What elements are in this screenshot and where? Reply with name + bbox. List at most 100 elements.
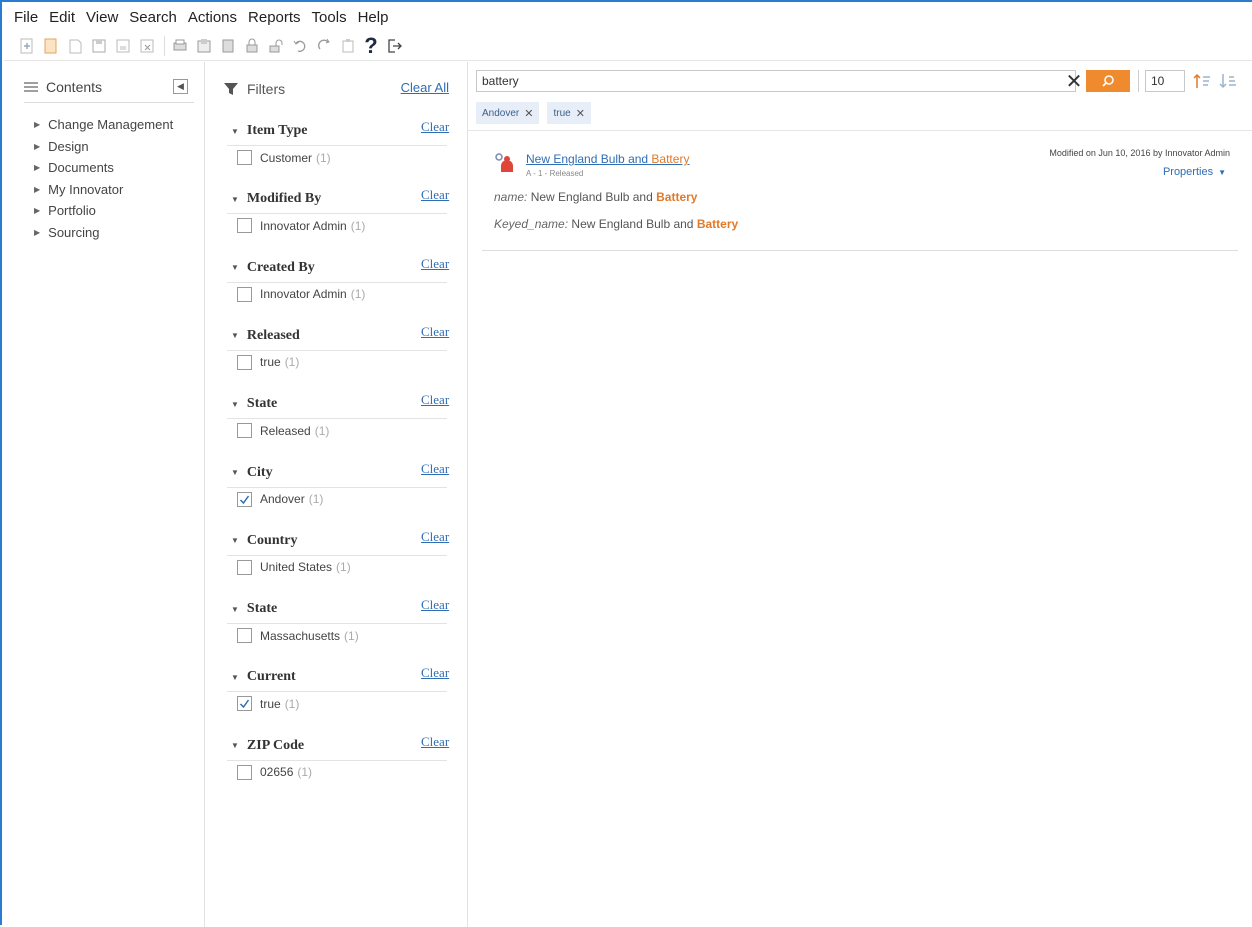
- chevron-down-icon: ▼: [1218, 168, 1226, 177]
- search-button[interactable]: [1086, 70, 1130, 92]
- remove-chip-icon[interactable]: ✕: [524, 107, 533, 120]
- menu-tools[interactable]: Tools: [312, 9, 347, 26]
- logout-icon[interactable]: [383, 35, 405, 57]
- filter-option[interactable]: Innovator Admin (1): [237, 286, 365, 302]
- lock-icon[interactable]: [241, 35, 263, 57]
- result-property-keyed-name: Keyed_name: New England Bulb and Battery: [494, 217, 739, 231]
- filter-checkbox[interactable]: [237, 696, 252, 712]
- expand-arrow-icon: ▶: [34, 163, 41, 173]
- clipboard-icon[interactable]: [337, 35, 359, 57]
- filter-option[interactable]: true (1): [237, 354, 299, 370]
- save-close-icon[interactable]: [112, 35, 134, 57]
- tree-item-design[interactable]: ▶ Design: [34, 136, 173, 158]
- filter-checkbox[interactable]: [237, 150, 252, 165]
- filter-clear-link[interactable]: Clear: [421, 119, 449, 135]
- filter-option[interactable]: 02656 (1): [237, 764, 312, 780]
- help-icon[interactable]: ?: [361, 33, 381, 58]
- filter-checkbox[interactable]: [237, 491, 252, 507]
- filter-option[interactable]: Massachusetts (1): [237, 628, 359, 644]
- filter-checkbox[interactable]: [237, 628, 252, 644]
- filter-checkbox[interactable]: [237, 423, 252, 439]
- search-results-pane: battery ✕ 10 Andover ✕ true ✕ New England …: [468, 62, 1252, 927]
- sort-ascending-icon[interactable]: [1192, 71, 1212, 91]
- open-icon[interactable]: [40, 35, 62, 57]
- filter-group-created-by: ▼ Created By Clear Innovator Admin (1): [205, 256, 467, 324]
- page-size-input[interactable]: 10: [1145, 70, 1185, 92]
- filter-clear-link[interactable]: Clear: [421, 597, 449, 613]
- menu-file[interactable]: File: [14, 9, 38, 26]
- filter-checkbox[interactable]: [237, 764, 252, 780]
- filter-clear-link[interactable]: Clear: [421, 256, 449, 272]
- filter-option[interactable]: true (1): [237, 696, 299, 712]
- tree-item-my-innovator[interactable]: ▶ My Innovator: [34, 179, 173, 201]
- sort-descending-icon[interactable]: [1218, 71, 1238, 91]
- filter-group-title[interactable]: ▼ State: [231, 601, 277, 617]
- menu-view[interactable]: View: [86, 9, 118, 26]
- menu-reports[interactable]: Reports: [248, 9, 301, 26]
- tree-item-portfolio[interactable]: ▶ Portfolio: [34, 200, 173, 222]
- filter-checkbox[interactable]: [237, 354, 252, 370]
- filter-option[interactable]: Andover (1): [237, 491, 323, 507]
- filter-checkbox[interactable]: [237, 218, 252, 234]
- clear-search-icon[interactable]: ✕: [1064, 71, 1084, 93]
- filter-group-title[interactable]: ▼ Current: [231, 669, 296, 685]
- menu-edit[interactable]: Edit: [49, 9, 75, 26]
- collapse-arrow-icon: ▼: [231, 399, 239, 409]
- divider: [227, 691, 447, 693]
- filter-checkbox[interactable]: [237, 559, 252, 575]
- search-input[interactable]: battery: [476, 70, 1076, 92]
- filter-clear-link[interactable]: Clear: [421, 529, 449, 545]
- filter-group-title[interactable]: ▼ Item Type: [231, 123, 307, 139]
- customer-icon: [495, 153, 513, 172]
- checkmark-icon: [239, 495, 250, 504]
- search-icon: [1102, 75, 1114, 87]
- filter-group-title[interactable]: ▼ Created By: [231, 260, 315, 276]
- collapse-arrow-icon: ▼: [231, 331, 239, 341]
- filter-clear-link[interactable]: Clear: [421, 665, 449, 681]
- new-icon[interactable]: [16, 35, 38, 57]
- filter-option[interactable]: Customer (1): [237, 150, 331, 165]
- paste-icon[interactable]: [217, 35, 239, 57]
- divider: [227, 349, 447, 351]
- filter-group-title[interactable]: ▼ Country: [231, 533, 297, 549]
- unlock-icon[interactable]: [265, 35, 287, 57]
- filter-group-title[interactable]: ▼ State: [231, 396, 277, 412]
- filter-chip-true: true ✕: [547, 102, 591, 124]
- delete-icon[interactable]: [136, 35, 158, 57]
- filter-clear-link[interactable]: Clear: [421, 324, 449, 340]
- filter-clear-link[interactable]: Clear: [421, 392, 449, 408]
- save-icon[interactable]: [88, 35, 110, 57]
- copy-icon[interactable]: [193, 35, 215, 57]
- tree-item-sourcing[interactable]: ▶ Sourcing: [34, 222, 173, 244]
- filters-title: Filters: [247, 81, 286, 97]
- divider: [227, 213, 447, 215]
- tree-item-change-management[interactable]: ▶ Change Management: [34, 114, 173, 136]
- collapse-left-icon[interactable]: ◀: [173, 79, 188, 94]
- filter-option[interactable]: Innovator Admin (1): [237, 218, 365, 234]
- filter-clear-link[interactable]: Clear: [421, 461, 449, 477]
- menu-actions[interactable]: Actions: [188, 9, 237, 26]
- undo-icon[interactable]: [289, 35, 311, 57]
- filter-option[interactable]: United States (1): [237, 559, 351, 575]
- filter-option[interactable]: Released (1): [237, 423, 329, 439]
- menu-help[interactable]: Help: [358, 9, 389, 26]
- edit-icon[interactable]: [64, 35, 86, 57]
- filter-group-title[interactable]: ▼ Modified By: [231, 191, 321, 207]
- filter-group-title[interactable]: ▼ City: [231, 465, 273, 481]
- remove-chip-icon[interactable]: ✕: [576, 107, 585, 120]
- collapse-arrow-icon: ▼: [231, 741, 239, 751]
- tree-item-documents[interactable]: ▶ Documents: [34, 157, 173, 179]
- print-icon[interactable]: [169, 35, 191, 57]
- filter-clear-link[interactable]: Clear: [421, 734, 449, 750]
- filter-group-title[interactable]: ▼ Released: [231, 328, 300, 344]
- filter-checkbox[interactable]: [237, 286, 252, 302]
- redo-icon[interactable]: [313, 35, 335, 57]
- properties-dropdown[interactable]: Properties ▼: [1163, 166, 1226, 178]
- clear-all-link[interactable]: Clear All: [401, 80, 449, 95]
- filter-group-modified-by: ▼ Modified By Clear Innovator Admin (1): [205, 187, 467, 255]
- expand-arrow-icon: ▶: [34, 184, 41, 194]
- menu-search[interactable]: Search: [129, 9, 177, 26]
- result-title-link[interactable]: New England Bulb and Battery: [526, 152, 689, 166]
- filter-clear-link[interactable]: Clear: [421, 187, 449, 203]
- filter-group-title[interactable]: ▼ ZIP Code: [231, 738, 304, 754]
